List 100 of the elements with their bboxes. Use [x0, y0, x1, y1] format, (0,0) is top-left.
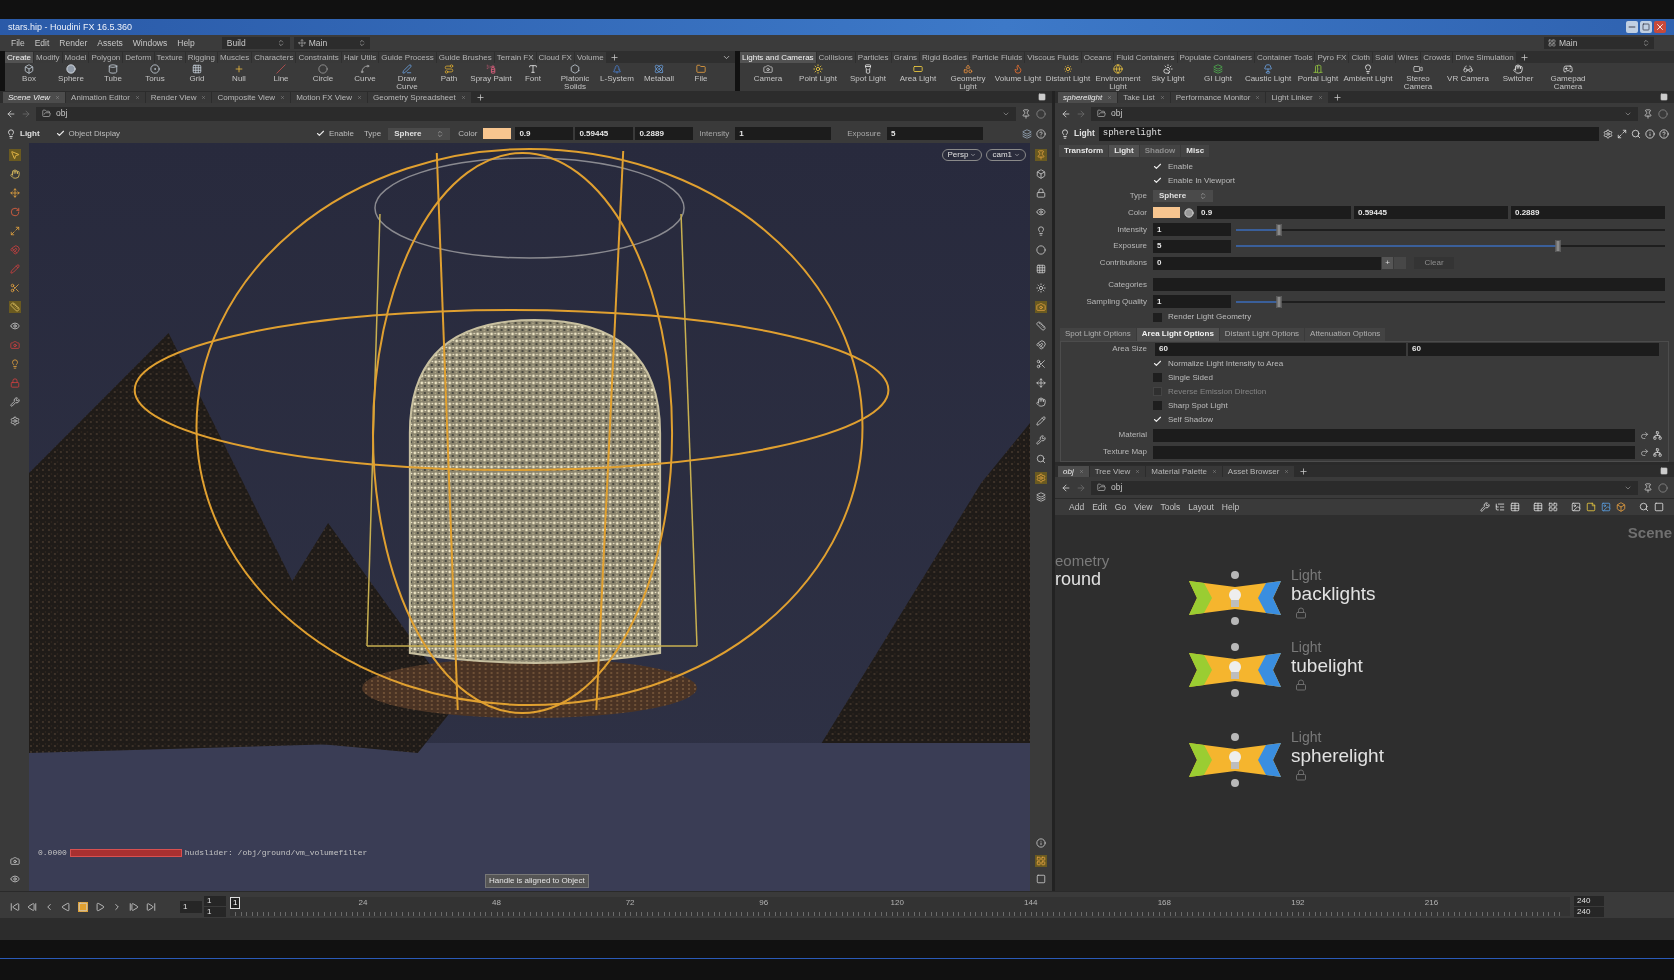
slider-handle[interactable] — [1555, 240, 1561, 253]
input-connector-icon[interactable] — [1231, 571, 1239, 579]
checkbox[interactable] — [1153, 373, 1162, 383]
shelf-tab[interactable]: Constraints — [296, 52, 341, 63]
shelf-tab[interactable]: Guide Process — [379, 52, 436, 63]
shelf-tool-button[interactable]: Point Light — [793, 63, 843, 91]
scissors-icon[interactable] — [1035, 358, 1047, 370]
shelf-tab[interactable]: Crowds — [1421, 52, 1453, 63]
close-icon[interactable] — [460, 95, 466, 100]
close-icon[interactable] — [1135, 469, 1141, 474]
scissors-icon[interactable] — [8, 282, 21, 294]
grid-icon[interactable] — [1548, 502, 1558, 512]
current-frame-marker[interactable]: 1 — [230, 897, 241, 909]
shelf-tool-button[interactable]: Circle — [302, 63, 344, 91]
shelf-tab[interactable]: Populate Containers — [1177, 52, 1254, 63]
shelf-tool-button[interactable]: Box — [8, 63, 50, 91]
input-connector-icon[interactable] — [1231, 733, 1239, 741]
shelf-tab[interactable]: Container Tools — [1255, 52, 1315, 63]
node-name-field[interactable]: spherelight — [1098, 126, 1599, 141]
layers-icon[interactable] — [1022, 128, 1032, 139]
frame-field[interactable]: 1 — [204, 907, 226, 917]
shelf-tab[interactable]: Model — [62, 52, 89, 63]
shelf-tool-button[interactable]: Line — [260, 63, 302, 91]
frame-field[interactable]: 240 — [1574, 907, 1604, 917]
help-icon[interactable] — [1036, 128, 1046, 139]
settings-icon[interactable] — [8, 415, 21, 427]
play-icon[interactable] — [95, 901, 105, 912]
grid-icon[interactable] — [1548, 39, 1556, 47]
shelf-tab[interactable]: Characters — [252, 52, 296, 63]
close-icon[interactable] — [134, 95, 140, 100]
play-reverse-icon[interactable] — [61, 901, 71, 912]
close-icon[interactable] — [280, 95, 286, 100]
shelf-tool-button[interactable]: Curve — [344, 63, 386, 91]
circle-icon[interactable] — [1658, 108, 1668, 119]
shelf-tab[interactable]: Lights and Cameras — [740, 52, 816, 63]
shelf-tab[interactable]: Pyro FX — [1315, 52, 1349, 63]
curved-arrow-icon[interactable] — [1640, 447, 1649, 457]
camera-menu-button[interactable]: Persp — [941, 149, 983, 161]
number-field[interactable]: 0.59445 — [575, 127, 634, 140]
menu-item[interactable]: Edit — [1088, 502, 1111, 512]
image-icon[interactable] — [1601, 502, 1611, 512]
square-icon[interactable] — [1654, 502, 1664, 512]
slider-handle[interactable] — [1276, 295, 1282, 308]
minimize-icon[interactable] — [1626, 21, 1638, 33]
move-icon[interactable] — [1035, 377, 1047, 389]
pane-tab[interactable]: Take List — [1118, 92, 1170, 103]
info-icon[interactable] — [1035, 837, 1047, 849]
shelf-tab[interactable]: Grains — [891, 52, 920, 63]
menu-item[interactable]: File — [6, 38, 30, 48]
path-field[interactable]: obj — [36, 106, 1016, 121]
shelf-tool-button[interactable]: Portal Light — [1293, 63, 1343, 91]
close-icon[interactable] — [1284, 469, 1290, 474]
number-field[interactable]: 5 — [1153, 239, 1231, 253]
shelf-tab[interactable]: Particle Fluids — [970, 52, 1025, 63]
number-field[interactable]: 1 — [735, 127, 832, 140]
square-icon[interactable] — [1035, 873, 1047, 885]
parameter-tab[interactable]: Transform — [1059, 145, 1109, 157]
checkbox[interactable] — [1153, 415, 1162, 425]
shelf-tool-button[interactable]: Torus — [134, 63, 176, 91]
eye-icon[interactable] — [1035, 206, 1047, 218]
timeline-ruler[interactable]: 1 24 48 72 96 120 144 168 192 216 — [230, 897, 1570, 916]
light-node[interactable] — [1189, 741, 1281, 779]
sticky-note-icon[interactable] — [1586, 502, 1596, 512]
shelf-tool-button[interactable]: Volume Light — [993, 63, 1043, 91]
path-field[interactable]: obj — [1091, 106, 1638, 121]
checkbox[interactable] — [1153, 162, 1162, 172]
shelf-tab[interactable]: Cloth — [1349, 52, 1373, 63]
pointer-icon[interactable] — [8, 149, 21, 161]
number-field[interactable]: 0 — [1153, 256, 1381, 270]
diagonal-arrows-icon[interactable] — [1617, 128, 1627, 139]
checkbox[interactable] — [316, 129, 325, 138]
shelf-tool-button[interactable]: Draw Curve — [386, 63, 428, 91]
ruler-icon[interactable] — [8, 301, 21, 313]
wrench-icon[interactable] — [8, 396, 21, 408]
plus-icon[interactable] — [1519, 52, 1529, 62]
shelf-tool-button[interactable]: Switcher — [1493, 63, 1543, 91]
wrench-icon[interactable] — [1480, 502, 1490, 512]
skip-forward-icon[interactable] — [146, 901, 156, 912]
lock-icon[interactable] — [1295, 607, 1307, 619]
table-icon[interactable] — [1533, 502, 1543, 512]
light-node[interactable] — [1189, 579, 1281, 617]
step-forward-icon[interactable] — [129, 901, 139, 912]
plus-icon[interactable] — [1299, 466, 1309, 476]
pane-tab[interactable]: Asset Browser — [1222, 466, 1295, 477]
close-icon[interactable] — [1211, 469, 1217, 474]
square-icon[interactable] — [1660, 467, 1668, 475]
layout-dropdown[interactable]: Main — [293, 37, 370, 49]
shelf-tab[interactable]: Hair Utils — [341, 52, 379, 63]
pane-tab[interactable]: Scene View — [3, 92, 66, 103]
search-icon[interactable] — [1035, 453, 1047, 465]
menu-item[interactable]: Edit — [29, 38, 55, 48]
frame-field[interactable]: 240 — [1574, 896, 1604, 906]
lock-icon[interactable] — [1035, 187, 1047, 199]
chevron-right-icon[interactable] — [112, 901, 122, 912]
shelf-tool-button[interactable]: Area Light — [893, 63, 943, 91]
number-field[interactable]: 1 — [1153, 223, 1231, 237]
square-icon[interactable] — [1660, 93, 1668, 101]
shelf-tool-button[interactable]: Metaball — [638, 63, 680, 91]
up-down-arrows-icon[interactable] — [357, 39, 366, 47]
light-node[interactable] — [1189, 651, 1281, 689]
